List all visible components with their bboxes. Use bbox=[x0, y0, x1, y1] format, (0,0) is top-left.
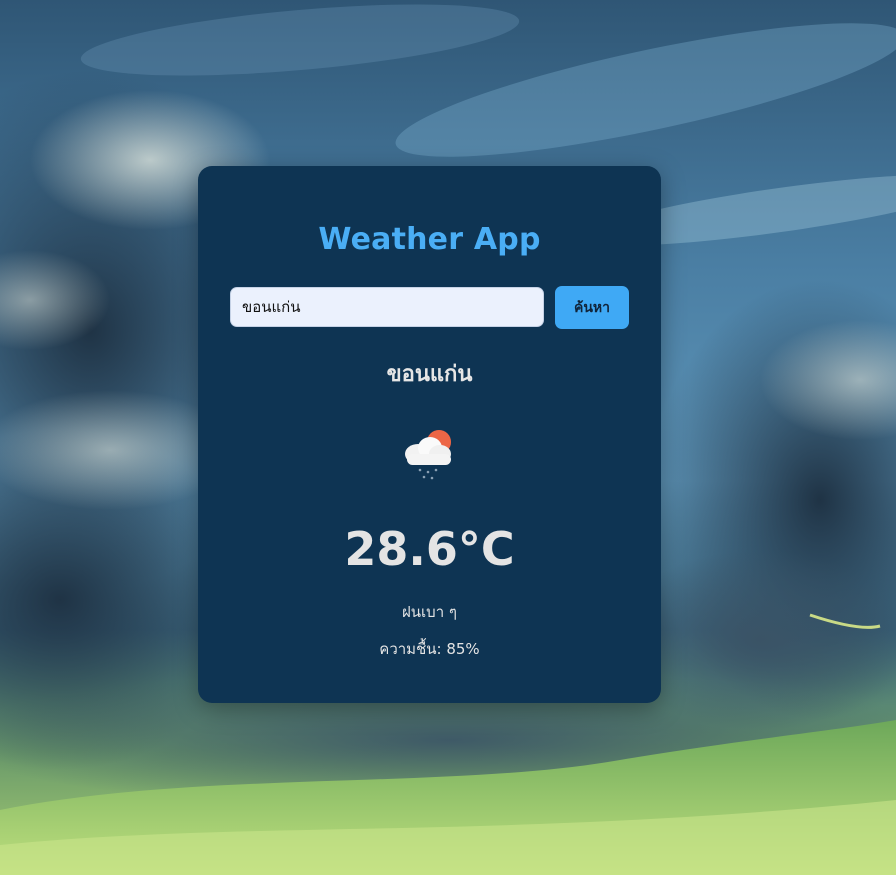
app-title: Weather App bbox=[318, 222, 541, 257]
temperature: 28.6°C bbox=[344, 522, 515, 576]
humidity-value: 85% bbox=[446, 640, 480, 658]
cloud-rain-sun-icon bbox=[398, 424, 462, 484]
humidity-label: ความชื้น: bbox=[379, 640, 442, 658]
search-button[interactable]: ค้นหา bbox=[555, 286, 629, 329]
weather-description: ฝนเบา ๆ bbox=[402, 603, 457, 621]
city-search-input[interactable] bbox=[230, 287, 544, 327]
city-name: ขอนแก่น bbox=[386, 362, 473, 387]
humidity: ความชื้น: 85% bbox=[198, 637, 661, 661]
weather-card: Weather App ค้นหา ขอนแก่น 28.6°C ฝนเบา ๆ… bbox=[198, 166, 661, 703]
